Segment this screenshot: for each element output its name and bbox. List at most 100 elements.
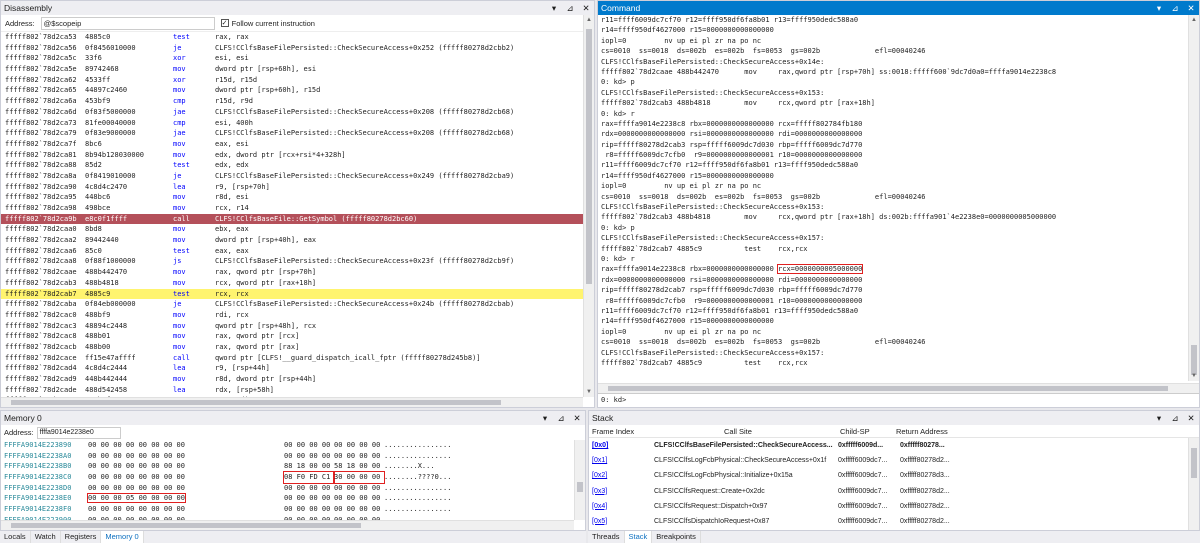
command-line: fffff802`78d2cab7 4885c9 test rcx,rcx (601, 358, 808, 367)
close-icon[interactable]: ✕ (1186, 1, 1196, 15)
disasm-row[interactable]: fffff802`78d2caa2 89442440 mov dword ptr [r… (1, 235, 583, 246)
disasm-row[interactable]: fffff802`78d2ca5e 89742468 mov dword ptr [r… (1, 64, 583, 75)
disasm-operands: edx, dword ptr [rcx+rsi*4+328h] (215, 150, 346, 159)
disasm-mnemonic: test (173, 33, 190, 41)
disasm-bytes: ff15e47affff (85, 353, 136, 362)
memory-vscroll[interactable] (574, 440, 585, 520)
tab-memory-0[interactable]: Memory 0 (101, 531, 144, 543)
disasm-row[interactable]: fffff802`78d2cac0 488bf9 mov rdi, rcx (1, 310, 583, 321)
disasm-row[interactable]: fffff802`78d2cad9 448b442444 mov r8d, dword… (1, 374, 583, 385)
col-child-sp[interactable]: Child-SP (840, 425, 896, 437)
disasm-row[interactable]: fffff802`78d2ca8a 0f8419010000 je CLFS!CClf… (1, 171, 583, 182)
scroll-thumb[interactable] (577, 482, 583, 492)
disasm-row[interactable]: fffff802`78d2ca88 85d2 test edx, edx (1, 160, 583, 171)
disasm-row[interactable]: fffff802`78d2caba 0f84eb000000 je CLFS!CClf… (1, 299, 583, 310)
pin-icon[interactable]: ⊿ (1170, 411, 1180, 425)
disasm-row[interactable]: fffff802`78d2cad4 4c8d4c2444 lea r9, [rsp+4… (1, 363, 583, 374)
command-line: rip=fffff80278d2cab7 rsp=fffff6009dc7d03… (601, 286, 863, 295)
disasm-row[interactable]: fffff802`78d2ca73 81fe00040000 cmp esi, 400… (1, 118, 583, 129)
frame-index-link[interactable]: [0x5] (592, 514, 652, 529)
disasm-row[interactable]: fffff802`78d2ca9b e8c0f1ffff call CLFS!CClf… (1, 213, 583, 225)
dropdown-icon[interactable]: ▾ (549, 1, 559, 15)
frame-index-link[interactable]: [0x1] (592, 453, 652, 468)
disasm-row[interactable]: fffff802`78d2ca98 498bce mov rcx, r14 (1, 203, 583, 214)
command-vscroll[interactable]: ▲ ▼ (1188, 15, 1199, 381)
disasm-row[interactable]: fffff802`78d2caa0 8bd8 mov ebx, eax (1, 224, 583, 235)
command-input[interactable]: 0: kd> (598, 393, 1199, 407)
stack-row[interactable]: [0x2] CLFS!CClfsLogFcbPhysical::Initializ… (589, 468, 1199, 483)
scroll-thumb[interactable] (586, 29, 592, 284)
disasm-row[interactable]: fffff802`78d2cace ff15e47affff call qword p… (1, 353, 583, 364)
stack-row[interactable]: [0x1] CLFS!CClfsLogFcbPhysical::CheckSecu… (589, 453, 1199, 468)
close-icon[interactable]: ✕ (1186, 411, 1196, 425)
disasm-row[interactable]: fffff802`78d2cac3 48894c2448 mov qword ptr … (1, 321, 583, 332)
stack-row[interactable]: [0x4] CLFS!CClfsRequest::Dispatch+0x97 0xf… (589, 499, 1199, 514)
disasm-row[interactable]: fffff802`78d2ca6a 453bf9 cmp r15d, r9d (1, 96, 583, 107)
follow-checkbox[interactable]: ✓ Follow current instruction (220, 19, 315, 28)
tab-watch[interactable]: Watch (31, 531, 61, 543)
disasm-row[interactable]: fffff802`78d2cac8 488b01 mov rax, qword ptr… (1, 331, 583, 342)
disasm-row[interactable]: fffff802`78d2ca95 448bc6 mov r8d, esi (1, 192, 583, 203)
disasm-row[interactable]: fffff802`78d2caae 488b442470 mov rax, qword… (1, 267, 583, 278)
disassembly-vscroll[interactable]: ▲ ▼ (583, 15, 594, 397)
tab-stack[interactable]: Stack (624, 531, 653, 543)
stack-row[interactable]: [0x3] CLFS!CClfsRequest::Create+0x2dc 0xff… (589, 484, 1199, 499)
tab-breakpoints[interactable]: Breakpoints (652, 531, 701, 543)
pin-icon[interactable]: ⊿ (565, 1, 575, 15)
tab-locals[interactable]: Locals (0, 531, 31, 543)
disasm-row[interactable]: fffff802`78d2caa8 0f88f1000000 js CLFS!CClf… (1, 256, 583, 267)
disasm-row[interactable]: fffff802`78d2ca6d 0f83f5000000 jae CLFS!CCl… (1, 107, 583, 118)
command-line: r14=ffff950df4627000 r15=000000000000000… (601, 317, 774, 326)
scroll-thumb[interactable] (1191, 448, 1197, 478)
frame-index-link[interactable]: [0x0] (592, 438, 652, 453)
close-icon[interactable]: ✕ (572, 411, 582, 425)
disasm-row[interactable]: fffff802`78d2ca56 0f8456010000 je CLFS!CClf… (1, 43, 583, 54)
dropdown-icon[interactable]: ▾ (1154, 411, 1164, 425)
dropdown-icon[interactable]: ▾ (1154, 1, 1164, 15)
disasm-row[interactable]: fffff802`78d2ca65 44897c2460 mov dword ptr … (1, 85, 583, 96)
pin-icon[interactable]: ⊿ (556, 411, 566, 425)
command-hscroll[interactable] (598, 383, 1199, 393)
scroll-up-icon[interactable]: ▲ (1189, 15, 1199, 25)
frame-index-link[interactable]: [0x3] (592, 484, 652, 499)
disasm-row[interactable]: fffff802`78d2ca53 4885c0 test rax, rax (1, 32, 583, 43)
col-call-site[interactable]: Call Site (680, 425, 840, 437)
stack-header: Frame Index Call Site Child-SP Return Ad… (589, 425, 1199, 438)
close-icon[interactable]: ✕ (581, 1, 591, 15)
disasm-row[interactable]: fffff802`78d2ca62 4533ff xor r15d, r15d (1, 75, 583, 86)
disassembly-hscroll[interactable] (1, 397, 583, 407)
disasm-row[interactable]: fffff802`78d2cacb 488b00 mov rax, qword ptr… (1, 342, 583, 353)
disasm-row[interactable]: fffff802`78d2ca79 0f83e9000000 jae CLFS!CCl… (1, 128, 583, 139)
disasm-row[interactable]: fffff802`78d2ca81 8b94b128030000 mov edx, d… (1, 150, 583, 161)
stack-vscroll[interactable] (1188, 438, 1199, 530)
stack-row[interactable]: [0x5] CLFS!CClfsDispatchIoRequest+0x87 0xf… (589, 514, 1199, 529)
memory-address-input[interactable]: ffffa9014e2238e0 (36, 426, 121, 439)
disasm-row[interactable]: fffff802`78d2ca90 4c8d4c2470 lea r9, [rsp+7… (1, 182, 583, 193)
col-frame-index[interactable]: Frame Index (592, 425, 680, 437)
disasm-row[interactable]: fffff802`78d2caa6 85c0 test eax, eax (1, 246, 583, 257)
disasm-address: fffff802`78d2caa2 (5, 236, 77, 245)
stack-row[interactable]: [0x0] CLFS!CClfsBaseFilePersisted::CheckS… (589, 438, 1199, 453)
dropdown-icon[interactable]: ▾ (540, 411, 550, 425)
scroll-down-icon[interactable]: ▼ (1189, 371, 1199, 381)
disasm-row[interactable]: fffff802`78d2ca5c 33f6 xor esi, esi (1, 53, 583, 64)
disasm-row[interactable]: fffff802`78d2cab3 488b4818 mov rcx, qword p… (1, 278, 583, 289)
call-site: CLFS!CClfsBaseFilePersisted::CheckSecure… (654, 442, 833, 449)
disasm-mnemonic: mov (173, 204, 186, 212)
scroll-down-icon[interactable]: ▼ (584, 387, 594, 397)
frame-index-link[interactable]: [0x2] (592, 468, 652, 483)
disasm-row[interactable]: fffff802`78d2ca7f 8bc6 mov eax, esi (1, 139, 583, 150)
tab-registers[interactable]: Registers (61, 531, 102, 543)
disassembly-address-input[interactable]: @$scopeip (40, 16, 215, 30)
col-return-address[interactable]: Return Address (896, 425, 986, 437)
tab-threads[interactable]: Threads (588, 531, 625, 543)
command-line: CLFS!CClfsBaseFilePersisted::CheckSecure… (601, 203, 825, 212)
memory-hscroll[interactable] (1, 520, 574, 530)
disasm-row[interactable]: fffff802`78d2cab7 4885c9 test rcx, rcx (1, 288, 583, 300)
scroll-up-icon[interactable]: ▲ (584, 15, 594, 25)
pin-icon[interactable]: ⊿ (1170, 1, 1180, 15)
frame-index-link[interactable]: [0x4] (592, 499, 652, 514)
memory-bytes: 00 00 00 00 00 00 00 00 (88, 483, 185, 492)
disasm-bytes: 4885c9 (85, 289, 111, 298)
disasm-row[interactable]: fffff802`78d2cade 488d542458 lea rdx, [rsp+… (1, 385, 583, 396)
